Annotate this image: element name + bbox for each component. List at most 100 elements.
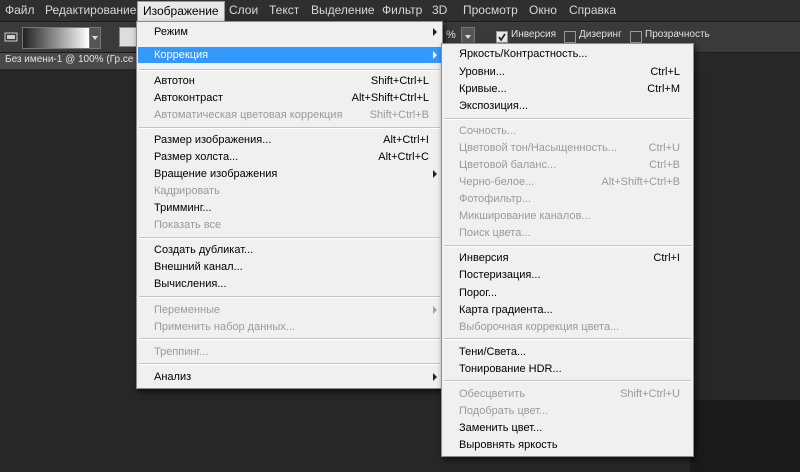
menu-item-trim[interactable]: Тримминг... [138,200,441,216]
menu-view[interactable]: Просмотр [463,0,518,21]
menu-item-hdr-toning[interactable]: Тонирование HDR... [443,361,692,377]
menu-item-label: Заменить цвет... [459,422,543,434]
menu-item-match-color[interactable]: Подобрать цвет... [443,403,692,419]
menu-item-variables[interactable]: Переменные [138,302,441,318]
menu-item-vibrance[interactable]: Сочность... [443,123,692,139]
menu-item-auto-color[interactable]: Автоматическая цветовая коррекция Shift+C… [138,107,441,123]
menu-separator [139,338,440,340]
menu-item-exposure[interactable]: Экспозиция... [443,98,692,114]
menu-item-channel-mixer[interactable]: Микширование каналов... [443,208,692,224]
menu-separator [444,118,691,120]
menu-image[interactable]: Изображение [137,1,225,22]
menu-select[interactable]: Выделение [311,0,375,21]
menu-item-label: Автоматическая цветовая коррекция [154,109,343,121]
menu-item-label: Тонирование HDR... [459,363,562,375]
menu-type[interactable]: Текст [269,0,299,21]
menu-edit[interactable]: Редактирование [45,0,136,21]
menu-item-label: Сочность... [459,125,517,137]
menu-item-desaturate[interactable]: Обесцветить Shift+Ctrl+U [443,386,692,402]
submenu-arrow-icon [433,170,437,178]
document-tab[interactable]: Без имени-1 @ 100% (Гр.се [0,53,140,69]
menu-separator [139,127,440,129]
menu-item-color-lookup[interactable]: Поиск цвета... [443,225,692,241]
menu-help[interactable]: Справка [569,0,616,21]
menu-item-label: Инверсия [459,252,509,264]
menu-3d[interactable]: 3D [432,0,447,21]
menu-item-label: Переменные [154,304,221,316]
menu-separator [139,363,440,365]
menu-item-image-rotation[interactable]: Вращение изображения [138,166,441,182]
menu-item-canvas-size[interactable]: Размер холста... Alt+Ctrl+C [138,149,441,165]
menu-item-label: Тени/Света... [459,346,527,358]
menu-item-label: Автоконтраст [154,92,223,104]
menu-item-levels[interactable]: Уровни... Ctrl+L [443,64,692,80]
menu-item-auto-contrast[interactable]: Автоконтраст Alt+Shift+Ctrl+L [138,90,441,106]
menu-item-label: Автотон [154,75,195,87]
menu-item-gradient-map[interactable]: Карта градиента... [443,302,692,318]
menu-item-shortcut: Ctrl+L [650,66,680,78]
menu-item-reveal-all[interactable]: Показать все [138,217,441,233]
menu-file[interactable]: Файл [5,0,35,21]
menu-item-invert[interactable]: Инверсия Ctrl+I [443,250,692,266]
menu-item-apply-image[interactable]: Внешний канал... [138,259,441,275]
menu-item-equalize[interactable]: Выровнять яркость [443,437,692,453]
checkmark-icon [498,33,506,42]
menu-separator [139,296,440,298]
menu-item-selective-color[interactable]: Выборочная коррекция цвета... [443,319,692,335]
dither-checkbox[interactable] [564,31,576,43]
menu-item-label: Внешний канал... [154,261,243,273]
menu-item-duplicate[interactable]: Создать дубликат... [138,242,441,258]
menu-item-label: Фотофильтр... [459,193,532,205]
menu-item-photo-filter[interactable]: Фотофильтр... [443,191,692,207]
menu-item-analysis[interactable]: Анализ [138,369,441,385]
menu-item-adjustments[interactable]: Коррекция [138,47,441,63]
menu-item-trap[interactable]: Треппинг... [138,344,441,360]
menu-separator [139,69,440,71]
menu-item-label: Кадрировать [154,185,220,197]
menu-item-label: Подобрать цвет... [459,405,549,417]
menu-item-hue-saturation[interactable]: Цветовой тон/Насыщенность... Ctrl+U [443,140,692,156]
menu-item-posterize[interactable]: Постеризация... [443,267,692,283]
menu-item-apply-data-set[interactable]: Применить набор данных... [138,319,441,335]
submenu-arrow-icon [433,28,437,36]
menu-item-shortcut: Ctrl+M [647,83,680,95]
menu-layers[interactable]: Слои [229,0,258,21]
inverse-checkbox[interactable] [496,31,508,43]
adjustments-submenu: Яркость/Контрастность... Уровни... Ctrl+L… [441,43,694,457]
menu-item-shortcut: Shift+Ctrl+L [370,75,429,87]
menu-item-shortcut: Alt+Shift+Ctrl+L [351,92,429,104]
menu-item-label: Размер изображения... [154,134,272,146]
gradient-preview[interactable] [22,27,90,49]
gradient-picker-dropdown[interactable] [89,27,101,49]
transparency-checkbox[interactable] [630,31,642,43]
menu-filter[interactable]: Фильтр [382,0,422,21]
menu-item-threshold[interactable]: Порог... [443,285,692,301]
menu-item-crop[interactable]: Кадрировать [138,183,441,199]
menu-item-label: Режим [154,26,188,38]
menu-item-label: Показать все [154,219,222,231]
transparency-label: Прозрачность [645,29,710,40]
menu-item-mode[interactable]: Режим [138,24,441,40]
menu-item-calculations[interactable]: Вычисления... [138,276,441,292]
menu-item-label: Порог... [459,287,498,299]
linear-gradient-button[interactable] [119,27,137,47]
menu-item-auto-tone[interactable]: Автотон Shift+Ctrl+L [138,73,441,89]
menu-item-black-white[interactable]: Черно-белое... Alt+Shift+Ctrl+B [443,174,692,190]
menu-item-shadows-highlights[interactable]: Тени/Света... [443,344,692,360]
menu-item-label: Кривые... [459,83,507,95]
menu-item-label: Цветовой баланс... [459,159,557,171]
menu-item-label: Выровнять яркость [459,439,558,451]
menu-window[interactable]: Окно [529,0,557,21]
menu-item-shortcut: Alt+Ctrl+I [383,134,429,146]
menu-item-replace-color[interactable]: Заменить цвет... [443,420,692,436]
tool-preset-icon[interactable] [4,30,18,44]
chevron-down-icon [465,35,471,39]
menu-item-label: Черно-белое... [459,176,535,188]
menu-item-color-balance[interactable]: Цветовой баланс... Ctrl+B [443,157,692,173]
menu-item-brightness-contrast[interactable]: Яркость/Контрастность... [443,46,692,62]
menu-item-label: Вращение изображения [154,168,278,180]
menu-item-image-size[interactable]: Размер изображения... Alt+Ctrl+I [138,132,441,148]
menu-item-label: Создать дубликат... [154,244,254,256]
menu-item-curves[interactable]: Кривые... Ctrl+M [443,81,692,97]
inverse-label: Инверсия [511,29,557,40]
